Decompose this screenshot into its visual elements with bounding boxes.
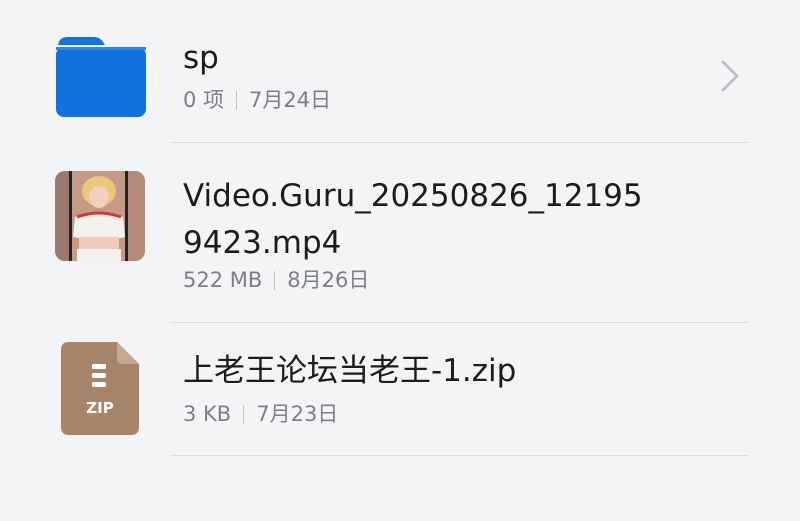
modified-date: 8月26日: [287, 268, 370, 292]
file-size: 3 KB: [183, 402, 232, 426]
item-count: 0 项: [183, 88, 225, 112]
meta-separator: [236, 91, 238, 110]
file-name-line-2: 9423.mp4: [183, 225, 342, 261]
folder-icon: [56, 35, 146, 117]
zip-file-icon: ZIP: [61, 342, 139, 435]
file-name: Video.Guru_20250826_12195 9423.mp4: [183, 173, 643, 267]
chevron-right-icon[interactable]: [712, 58, 748, 94]
divider: [170, 455, 748, 456]
meta-separator: [243, 405, 245, 424]
video-thumbnail: [55, 171, 145, 261]
file-meta: 0 项 7月24日: [183, 87, 331, 113]
file-name: 上老王论坛当老王-1.zip: [183, 353, 517, 389]
list-item-zip[interactable]: ZIP 上老王论坛当老王-1.zip 3 KB 7月23日: [0, 323, 800, 455]
file-list: sp 0 项 7月24日 Video.Guru_20250826_12195 9…: [0, 0, 800, 521]
meta-separator: [274, 271, 276, 290]
file-size: 522 MB: [183, 268, 263, 292]
file-name-line-1: Video.Guru_20250826_12195: [183, 178, 643, 214]
file-meta: 522 MB 8月26日: [183, 267, 369, 293]
list-item-folder-sp[interactable]: sp 0 项 7月24日: [0, 0, 800, 142]
list-item-video[interactable]: Video.Guru_20250826_12195 9423.mp4 522 M…: [0, 143, 800, 322]
modified-date: 7月23日: [256, 402, 339, 426]
file-name: sp: [183, 40, 219, 76]
file-meta: 3 KB 7月23日: [183, 401, 338, 427]
zip-label: ZIP: [86, 399, 113, 417]
modified-date: 7月24日: [249, 88, 332, 112]
